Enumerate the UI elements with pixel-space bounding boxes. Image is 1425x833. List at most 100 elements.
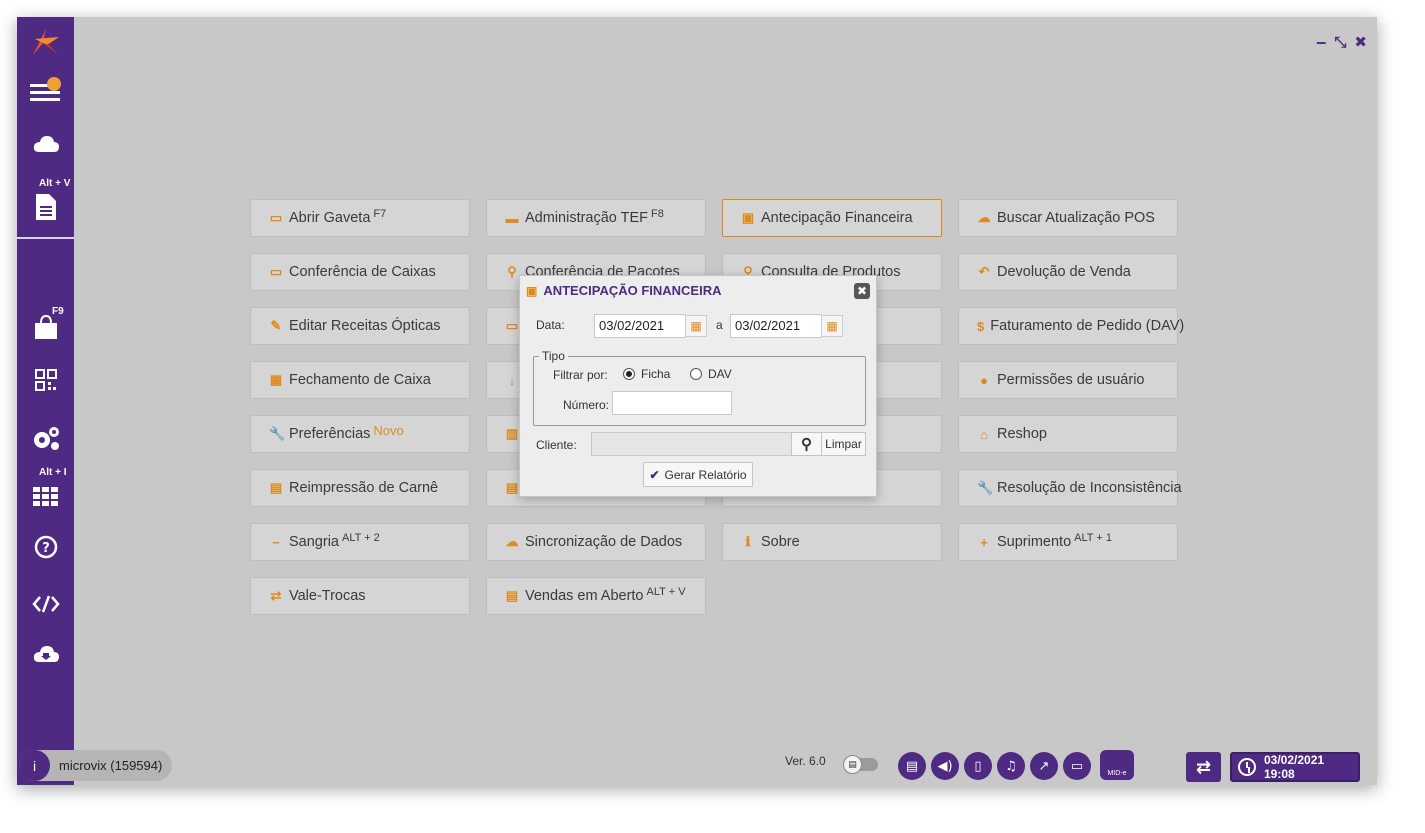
button-label: Permissões de usuário [997,372,1145,388]
datetime-display: 03/02/2021 19:08 [1230,752,1360,782]
button-11[interactable]: $ Faturamento de Pedido (DAV) [958,307,1184,345]
share-icon[interactable]: ↗ [1030,752,1058,780]
mide-button[interactable]: MID-e [1100,750,1134,780]
user-icon: ● [980,372,988,388]
laptop-icon: ▭ [269,264,283,279]
close-icon[interactable]: ✖ [1354,33,1367,51]
book-icon: ▤ [269,480,283,495]
button-15[interactable]: ● Permissões de usuário [958,361,1178,399]
search-icon[interactable]: ⚲ [791,432,822,456]
button-27[interactable]: + Suprimento ALT + 1 [958,523,1178,561]
wrench-icon: 🔧 [269,426,286,441]
bell-icon[interactable]: ♫ [997,752,1025,780]
radio-ficha[interactable]: Ficha [623,367,670,381]
radio-dav[interactable]: DAV [690,367,732,381]
logo [17,23,74,61]
button-29[interactable]: ▤ Vendas em Aberto ALT + V [486,577,706,615]
date-to-input[interactable]: 03/02/2021 [730,314,822,338]
settings-icon[interactable] [17,423,74,453]
money-icon: ▣ [526,283,538,298]
calendar-icon[interactable]: ▦ [821,315,843,337]
button-label: Editar Receitas Ópticas [289,318,441,334]
button-label: Antecipação Financeira [761,210,913,226]
button-7[interactable]: ↶ Devolução de Venda [958,253,1178,291]
file-icon: ▤ [505,588,519,603]
user-badge[interactable]: i microvix (159594) [19,750,172,781]
svg-text:?: ? [42,541,50,556]
cliente-label: Cliente: [536,438,577,452]
reply-icon: ↶ [978,264,990,279]
button-label: Preferências [289,426,371,442]
date-from-input[interactable]: 03/02/2021 [594,314,686,338]
button-label: Vale-Trocas [289,588,366,604]
print-icon[interactable]: ▤ [898,752,926,780]
dialog-title-text: ANTECIPAÇÃO FINANCEIRA [543,283,722,298]
button-12[interactable]: ▦ Fechamento de Caixa [250,361,470,399]
button-label: Administração TEF [525,210,649,226]
button-28[interactable]: ⇄ Vale-Trocas [250,577,470,615]
volume-icon[interactable]: ◀) [931,752,959,780]
code-icon[interactable] [17,591,74,617]
button-0[interactable]: ▭ Abrir Gaveta F7 [250,199,470,237]
shopping-bag-icon[interactable] [17,311,74,343]
dialog-title: ▣ ANTECIPAÇÃO FINANCEIRA [526,283,722,298]
cloud-download-icon[interactable] [17,641,74,667]
search-icon: ⚲ [507,264,517,279]
help-icon[interactable]: ? [17,533,74,561]
button-24[interactable]: − Sangria ALT + 2 [250,523,470,561]
gerar-relatorio-label: Gerar Relatório [664,467,747,482]
menu-icon[interactable] [17,73,74,109]
button-16[interactable]: 🔧 Preferências Novo [250,415,470,453]
button-1[interactable]: ▬ Administração TEF F8 [486,199,706,237]
basket-icon: ⌂ [980,426,988,442]
cloud-icon: ☁ [505,534,519,549]
credit-card-icon: ▬ [505,210,519,226]
button-2[interactable]: ▣ Antecipação Financeira [722,199,942,237]
version-label: Ver. 6.0 [785,754,826,768]
barcode-icon: ▥ [505,426,519,441]
button-26[interactable]: ℹ Sobre [722,523,942,561]
cloud-download-icon: ☁ [977,210,991,225]
button-label: Abrir Gaveta [289,210,371,226]
calculator-icon: ▦ [269,372,283,387]
restore-icon[interactable]: ⤡ [1334,33,1346,51]
button-23[interactable]: 🔧 Resolução de Inconsistência [958,469,1182,507]
drawer-icon: ▭ [269,210,283,225]
button-label: Faturamento de Pedido (DAV) [990,318,1185,334]
antecipacao-dialog: ▣ ANTECIPAÇÃO FINANCEIRA ✖ Data: 03/02/2… [519,275,877,497]
document-icon[interactable] [17,191,74,223]
button-label: Resolução de Inconsistência [997,480,1182,496]
button-19[interactable]: ⌂ Reshop [958,415,1178,453]
button-label: Devolução de Venda [997,264,1131,280]
monitor-icon[interactable]: ▭ [1063,752,1091,780]
minimize-icon[interactable]: ‒ [1316,33,1326,51]
app-window: Alt + V F9 Alt + I ? ‒ ⤡ ✖ ▭ Abrir Gavet… [17,17,1377,785]
edit-icon: ✎ [270,318,282,333]
mobile-icon[interactable]: ▯ [964,752,992,780]
shortcut-hint: ALT + 2 [341,532,380,544]
calendar-icon[interactable]: ▦ [685,315,707,337]
apps-grid-icon[interactable] [17,483,74,511]
gerar-relatorio-button[interactable]: ✔ Gerar Relatório [643,462,753,487]
dialog-close-icon[interactable]: ✖ [854,283,870,299]
button-20[interactable]: ▤ Reimpressão de Carnê [250,469,470,507]
button-3[interactable]: ☁ Buscar Atualização POS [958,199,1178,237]
swap-icon[interactable]: ⇄ [1186,752,1221,782]
exchange-icon: ⇄ [270,588,282,603]
hint-alt-v: Alt + V [39,178,71,189]
qrcode-icon[interactable] [17,367,74,393]
button-label: Buscar Atualização POS [997,210,1155,226]
button-label: Sincronização de Dados [525,534,683,550]
limpar-button[interactable]: Limpar [821,432,866,456]
clock-icon [1238,758,1256,776]
window-controls: ‒ ⤡ ✖ [1316,33,1367,51]
printer-toggle[interactable]: ▤ [843,755,878,774]
numero-input[interactable] [612,391,732,415]
data-label: Data: [536,318,565,332]
button-8[interactable]: ✎ Editar Receitas Ópticas [250,307,470,345]
button-4[interactable]: ▭ Conferência de Caixas [250,253,470,291]
button-25[interactable]: ☁ Sincronização de Dados [486,523,706,561]
cliente-input[interactable] [591,432,792,456]
radio-ficha-label: Ficha [641,367,671,381]
cloud-icon[interactable] [17,129,74,159]
